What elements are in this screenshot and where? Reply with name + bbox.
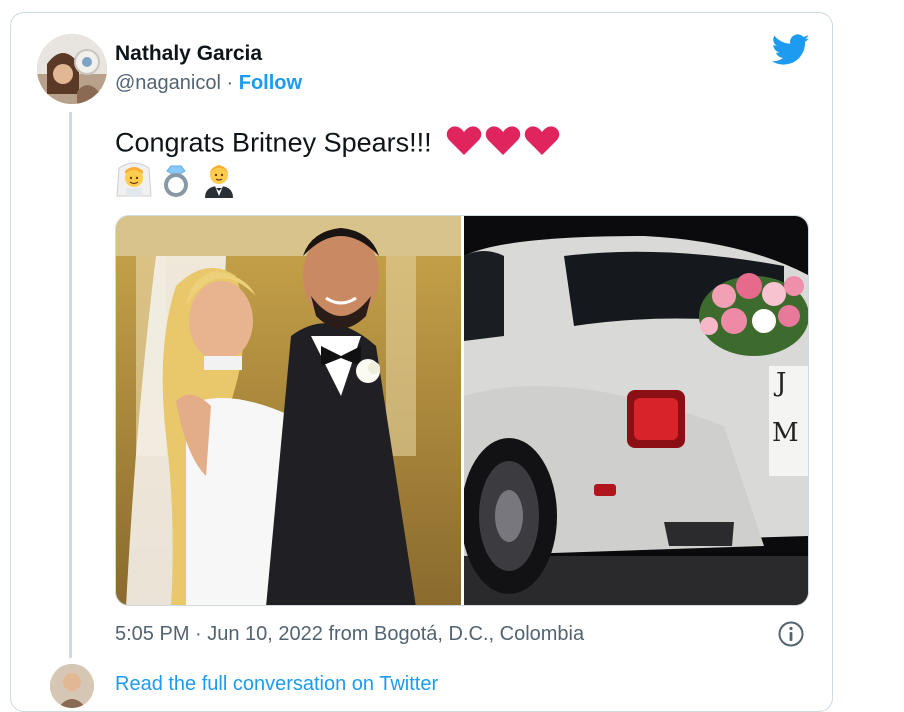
twitter-bird-icon[interactable] xyxy=(772,34,810,66)
author-handle-row: @naganicol · Follow xyxy=(115,72,302,95)
photo-car[interactable]: J M xyxy=(461,216,808,605)
media-grid[interactable]: J M xyxy=(115,215,809,606)
ring-icon xyxy=(164,165,188,197)
author-avatar[interactable] xyxy=(37,34,107,104)
tweet-text-line: Congrats Britney Spears!!! xyxy=(115,124,561,165)
heart-icon xyxy=(485,126,521,155)
hearts-group xyxy=(445,124,561,165)
author-name[interactable]: Nathaly Garcia xyxy=(115,42,262,66)
author-handle[interactable]: @naganicol xyxy=(115,72,221,94)
emoji-row xyxy=(115,160,245,198)
svg-text:J: J xyxy=(773,368,786,398)
info-icon[interactable] xyxy=(777,620,805,648)
tweet-timestamp[interactable]: 5:05 PM · Jun 10, 2022 from Bogotá, D.C.… xyxy=(115,623,584,646)
bride-with-veil-icon xyxy=(116,162,152,197)
svg-text:M: M xyxy=(772,418,799,448)
follow-button[interactable]: Follow xyxy=(239,72,302,94)
thread-line xyxy=(69,112,72,658)
heart-icon xyxy=(446,126,482,155)
read-conversation-link[interactable]: Read the full conversation on Twitter xyxy=(115,673,438,696)
tweet-text: Congrats Britney Spears!!! xyxy=(115,127,432,158)
heart-icon xyxy=(524,126,560,155)
photo-couple[interactable] xyxy=(116,216,461,605)
separator-dot: · xyxy=(226,72,234,94)
man-in-tuxedo-icon xyxy=(205,165,233,198)
reply-avatar[interactable] xyxy=(50,664,94,708)
